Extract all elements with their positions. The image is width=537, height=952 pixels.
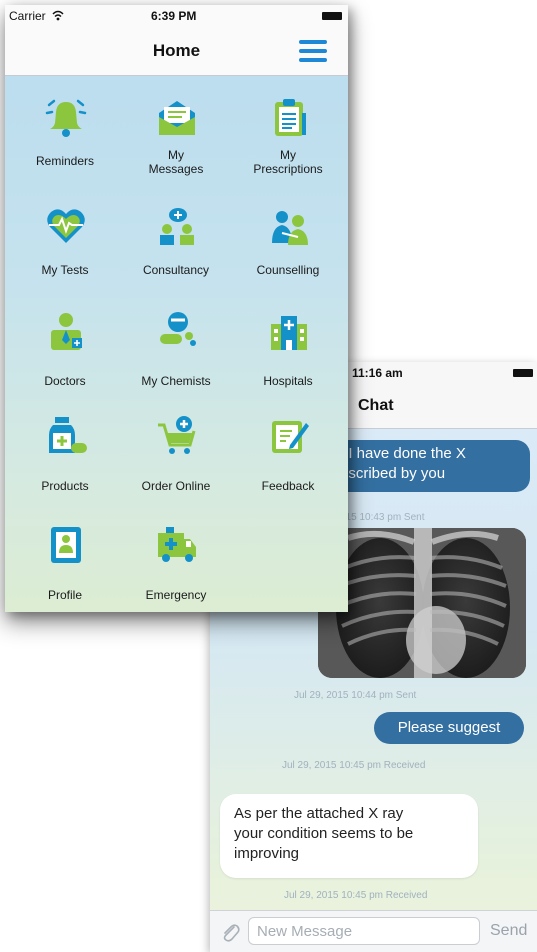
tile-my-prescriptions[interactable]: My Prescriptions xyxy=(236,97,340,197)
doctor-icon xyxy=(51,313,82,350)
tile-feedback[interactable]: Feedback xyxy=(236,415,340,515)
hospital-icon xyxy=(271,316,307,350)
tile-my-chemists[interactable]: My Chemists xyxy=(124,310,228,410)
battery-icon xyxy=(322,12,342,20)
received-message-bubble[interactable]: As per the attached X ray your condition… xyxy=(220,794,478,878)
sent-message-bubble[interactable]: . I have done the X escribed by you xyxy=(330,440,530,492)
tile-label: Consultancy xyxy=(142,263,210,277)
tile-consultancy[interactable]: Consultancy xyxy=(124,205,228,305)
tile-label: Emergency xyxy=(145,588,207,602)
page-title: Home xyxy=(152,41,201,60)
carrier-label: Carrier xyxy=(9,9,46,23)
profile-icon xyxy=(51,527,81,563)
tile-doctors[interactable]: Doctors xyxy=(13,310,117,410)
tile-emergency[interactable]: Emergency xyxy=(124,523,228,612)
counselling-icon xyxy=(272,211,308,245)
tile-label: Feedback xyxy=(261,479,315,493)
tile-label: Order Online xyxy=(141,479,211,493)
sent-message-line: . I have done the X xyxy=(340,445,466,462)
ambulance-icon xyxy=(158,527,196,562)
tile-label: Counselling xyxy=(256,263,320,277)
message-timestamp: Jul 29, 2015 10:45 pm Received xyxy=(284,890,428,901)
message-timestamp: 015 10:43 pm Sent xyxy=(340,512,425,523)
message-timestamp: Jul 29, 2015 10:44 pm Sent xyxy=(294,690,417,701)
home-navbar: Home xyxy=(5,27,348,76)
received-message-line: As per the attached X ray xyxy=(234,805,404,822)
tile-label: My Chemists xyxy=(141,374,211,388)
home-screen: Carrier 6:39 PM Home Reminders My Messag… xyxy=(5,5,348,612)
tile-order-online[interactable]: Order Online xyxy=(124,415,228,515)
tile-my-tests[interactable]: My Tests xyxy=(13,205,117,305)
send-button[interactable]: Send xyxy=(490,922,527,940)
wifi-icon xyxy=(52,10,64,21)
message-composer: Send xyxy=(210,910,537,952)
home-status-time: 6:39 PM xyxy=(151,9,197,23)
received-message-line: your condition seems to be xyxy=(234,825,414,842)
tile-my-messages[interactable]: My Messages xyxy=(124,97,228,197)
attachment-icon[interactable] xyxy=(220,921,240,943)
bottle-icon xyxy=(49,417,87,453)
tile-label: My Tests xyxy=(41,263,89,277)
battery-icon xyxy=(513,369,533,377)
feedback-icon xyxy=(272,421,309,453)
clipboard-icon xyxy=(275,99,306,136)
tile-reminders[interactable]: Reminders xyxy=(13,97,117,197)
new-message-input[interactable] xyxy=(248,917,480,945)
tile-label: Messages xyxy=(148,162,204,176)
message-timestamp: Jul 29, 2015 10:45 pm Received xyxy=(282,760,426,771)
chat-status-time: 11:16 am xyxy=(352,366,403,380)
tile-counselling[interactable]: Counselling xyxy=(236,205,340,305)
tile-label: Profile xyxy=(47,588,82,602)
heart-pulse-icon xyxy=(47,209,85,243)
tile-label: My xyxy=(280,148,296,162)
sent-message-line: escribed by you xyxy=(340,465,446,482)
chat-title: Chat xyxy=(358,397,394,414)
xray-image-attachment[interactable] xyxy=(318,528,526,678)
hamburger-icon[interactable] xyxy=(299,40,327,62)
tile-hospitals[interactable]: Hospitals xyxy=(236,310,340,410)
consult-icon xyxy=(160,208,194,245)
tile-label: Prescriptions xyxy=(253,162,323,176)
tile-label: Products xyxy=(41,479,89,493)
xray-image xyxy=(318,528,526,678)
tile-products[interactable]: Products xyxy=(13,415,117,515)
tile-label: Doctors xyxy=(44,374,86,388)
home-status-bar: Carrier 6:39 PM xyxy=(5,5,348,27)
sent-message-bubble[interactable]: Please suggest xyxy=(374,712,524,744)
tile-label: My xyxy=(168,148,184,162)
bell-icon xyxy=(45,99,87,137)
envelope-icon xyxy=(159,101,195,135)
received-message-line: improving xyxy=(234,845,300,862)
tile-label: Reminders xyxy=(35,154,95,168)
tile-profile[interactable]: Profile xyxy=(13,523,117,612)
pills-icon xyxy=(160,312,196,346)
cart-icon xyxy=(158,416,196,454)
tile-label: Hospitals xyxy=(263,374,313,388)
